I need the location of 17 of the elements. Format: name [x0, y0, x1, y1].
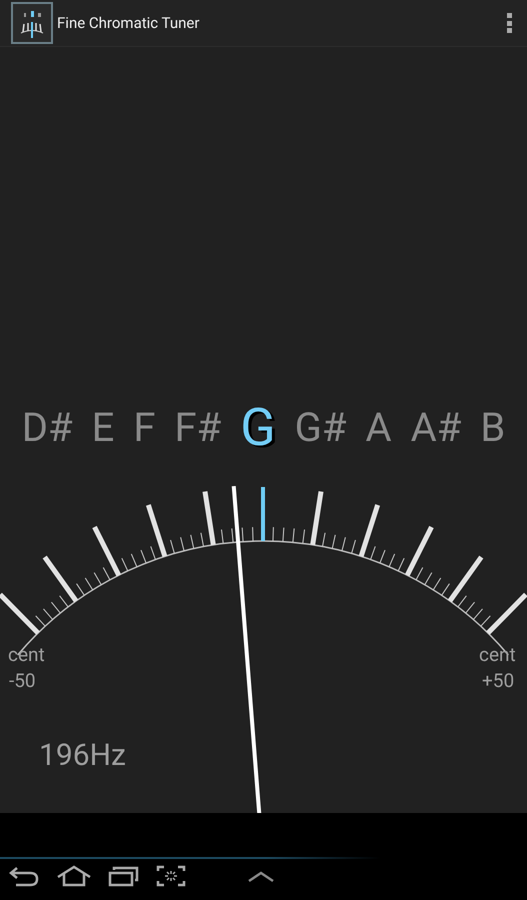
note-label: F#: [174, 408, 222, 448]
note-label: A#: [410, 408, 462, 448]
note-label: A: [366, 408, 392, 448]
note-label: G#: [294, 408, 347, 448]
note-label: E: [92, 408, 114, 448]
scale-max-value: +50: [482, 671, 514, 690]
app-title: Fine Chromatic Tuner: [57, 14, 200, 32]
center-tick: [261, 487, 265, 541]
note-label: G: [240, 402, 276, 454]
note-label: B: [480, 408, 506, 448]
scale-unit-label: cent: [479, 645, 516, 664]
frequency-readout: 196Hz: [39, 741, 126, 771]
scale-unit-label: cent: [8, 645, 45, 664]
note-label: D#: [22, 408, 73, 448]
scale-min-value: -50: [9, 671, 36, 690]
note-label: F: [133, 408, 156, 448]
overflow-menu-icon[interactable]: [505, 13, 513, 33]
